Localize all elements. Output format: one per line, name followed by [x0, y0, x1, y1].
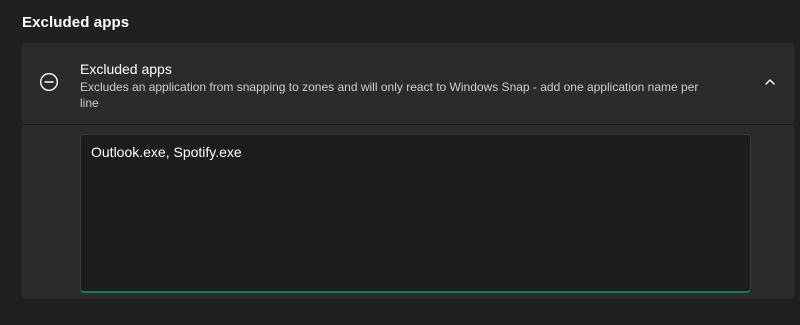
excluded-apps-textbox[interactable]: Outlook.exe, Spotify.exe	[80, 134, 751, 293]
settings-page: Excluded apps Excluded apps Excludes an …	[0, 0, 800, 325]
section-title: Excluded apps	[22, 14, 130, 31]
collapse-button[interactable]	[758, 72, 782, 96]
chevron-up-icon	[763, 75, 777, 94]
card-description: Excludes an application from snapping to…	[80, 80, 699, 110]
excluded-apps-expander-header[interactable]: Excluded apps Excludes an application fr…	[22, 43, 794, 125]
card-body: Outlook.exe, Spotify.exe	[22, 125, 794, 299]
minus-circle-icon	[39, 72, 59, 92]
card-title: Excluded apps	[80, 61, 172, 77]
excluded-apps-card: Excluded apps Excludes an application fr…	[22, 43, 794, 299]
